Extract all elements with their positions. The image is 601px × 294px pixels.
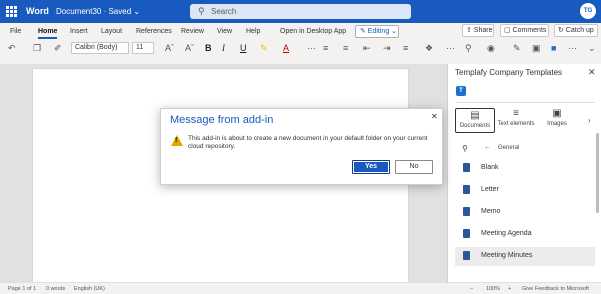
- clipboard-icon[interactable]: ❐: [33, 43, 41, 54]
- template-label: Letter: [481, 186, 499, 193]
- warning-icon-mark: !: [175, 137, 178, 144]
- more-options-icon[interactable]: ···: [307, 43, 316, 53]
- tab-file[interactable]: File: [10, 28, 21, 35]
- word-document-icon: [463, 185, 470, 194]
- tab-images[interactable]: ▣ Images: [537, 108, 577, 127]
- tab-references[interactable]: References: [136, 28, 172, 35]
- align-icon[interactable]: ≡: [403, 43, 408, 53]
- share-button[interactable]: ⇪ Share: [462, 24, 494, 37]
- ribbon-collapse-icon[interactable]: ⌄: [588, 43, 596, 54]
- divider: [456, 102, 595, 103]
- tab-layout[interactable]: Layout: [101, 28, 122, 35]
- word-count: 0 words: [46, 286, 66, 292]
- tab-images-label: Images: [547, 121, 567, 127]
- italic-icon[interactable]: I: [222, 43, 225, 53]
- text-elements-icon: ≡: [513, 108, 519, 119]
- zoom-in-icon[interactable]: +: [508, 286, 511, 292]
- increase-indent-icon[interactable]: ⇥: [383, 43, 391, 54]
- zoom-out-icon[interactable]: −: [470, 286, 473, 292]
- document-name[interactable]: Document30 · Saved ⌄: [56, 7, 140, 16]
- more-options-icon-2[interactable]: ···: [446, 43, 455, 53]
- tab-insert[interactable]: Insert: [70, 28, 88, 35]
- bullets-icon[interactable]: ≡: [323, 43, 328, 53]
- no-button[interactable]: No: [395, 160, 433, 174]
- tab-documents-label: Documents: [459, 123, 491, 129]
- search-placeholder: Search: [211, 7, 237, 16]
- font-name-select[interactable]: Calibri (Body): [71, 42, 129, 54]
- shrink-font-icon[interactable]: Aˇ: [185, 43, 194, 53]
- template-label: Meeting Minutes: [481, 252, 533, 259]
- decrease-indent-icon[interactable]: ⇤: [363, 43, 371, 54]
- template-label: Blank: [481, 164, 499, 171]
- template-label: Meeting Agenda: [481, 230, 532, 237]
- yes-button[interactable]: Yes: [352, 160, 390, 174]
- more-options-icon-3[interactable]: ···: [568, 43, 577, 53]
- search-icon[interactable]: ⚲: [462, 144, 468, 153]
- tab-documents[interactable]: ▤ Documents: [455, 108, 495, 133]
- underline-icon[interactable]: U: [240, 43, 247, 53]
- word-document-icon: [463, 229, 470, 238]
- format-painter-icon[interactable]: ✐: [54, 43, 62, 54]
- catch-up-button[interactable]: ↻ Catch up: [554, 24, 598, 37]
- images-icon: ▣: [552, 108, 562, 119]
- styles-icon[interactable]: ❖: [425, 43, 433, 54]
- grow-font-icon[interactable]: Aˆ: [165, 43, 174, 53]
- designer-icon[interactable]: ▣: [532, 43, 541, 54]
- find-icon[interactable]: ⚲: [465, 43, 472, 54]
- template-item-meeting-minutes[interactable]: Meeting Minutes: [455, 247, 595, 266]
- chevron-right-icon[interactable]: ›: [588, 116, 591, 125]
- templafy-task-pane: Templafy Company Templates ✕ T ▤ Documen…: [447, 64, 601, 282]
- back-arrow-icon[interactable]: ←: [484, 144, 491, 151]
- dialog-message: This add-in is about to create a new doc…: [188, 135, 428, 150]
- tab-view[interactable]: View: [217, 28, 232, 35]
- tab-text-elements-label: Text elements: [497, 121, 535, 127]
- template-item-meeting-agenda[interactable]: Meeting Agenda: [455, 225, 595, 244]
- feedback-link[interactable]: Give Feedback to Microsoft: [522, 286, 589, 292]
- comments-button[interactable]: ▢ Comments: [500, 24, 549, 37]
- pane-title: Templafy Company Templates: [455, 68, 563, 77]
- template-item-blank[interactable]: Blank: [455, 159, 595, 178]
- close-icon[interactable]: ✕: [588, 67, 596, 78]
- tab-home[interactable]: Home: [38, 28, 58, 39]
- title-bar: Word Document30 · Saved ⌄ ⚲ Search TG: [0, 0, 601, 23]
- app-launcher-icon[interactable]: [6, 6, 17, 17]
- template-item-letter[interactable]: Letter: [455, 181, 595, 200]
- template-item-memo[interactable]: Memo: [455, 203, 595, 222]
- word-document-icon: [463, 207, 470, 216]
- tab-text-elements[interactable]: ≡ Text elements: [496, 108, 536, 127]
- template-label: Memo: [481, 208, 501, 215]
- templafy-logo: T: [456, 86, 466, 96]
- undo-icon[interactable]: ↶: [8, 43, 16, 54]
- page-count: Page 1 of 1: [8, 286, 37, 292]
- documents-icon: ▤: [470, 110, 480, 121]
- font-color-icon[interactable]: A: [283, 43, 289, 53]
- tab-review[interactable]: Review: [181, 28, 204, 35]
- close-icon[interactable]: ✕: [431, 112, 438, 121]
- open-in-desktop-app[interactable]: Open in Desktop App: [280, 28, 346, 35]
- ribbon: File Home Insert Layout References Revie…: [0, 23, 601, 64]
- bold-icon[interactable]: B: [205, 43, 212, 53]
- dictate-icon[interactable]: ◉: [487, 43, 495, 54]
- pane-scrollbar[interactable]: [596, 133, 599, 213]
- editing-mode-button[interactable]: ✎ Editing ⌄: [355, 25, 399, 38]
- font-size-select[interactable]: 11: [132, 42, 154, 54]
- dialog-title: Message from add-in: [170, 114, 274, 126]
- status-bar: Page 1 of 1 0 words English (UK) − 100% …: [0, 282, 601, 294]
- numbering-icon[interactable]: ≡: [343, 43, 348, 53]
- templafy-icon[interactable]: ■: [551, 43, 556, 53]
- avatar[interactable]: TG: [580, 3, 596, 19]
- search-box[interactable]: ⚲ Search: [190, 4, 411, 19]
- editor-icon[interactable]: ✎: [513, 43, 521, 54]
- tab-help[interactable]: Help: [246, 28, 260, 35]
- search-icon: ⚲: [198, 6, 205, 16]
- app-name[interactable]: Word: [26, 6, 49, 16]
- word-document-icon: [463, 163, 470, 172]
- breadcrumb[interactable]: General: [498, 145, 519, 151]
- word-document-icon: [463, 251, 470, 260]
- zoom-level[interactable]: 100%: [486, 286, 500, 292]
- highlight-icon[interactable]: ✎: [260, 43, 268, 54]
- language[interactable]: English (UK): [74, 286, 105, 292]
- add-in-message-dialog: Message from add-in ✕ ! This add-in is a…: [160, 108, 443, 185]
